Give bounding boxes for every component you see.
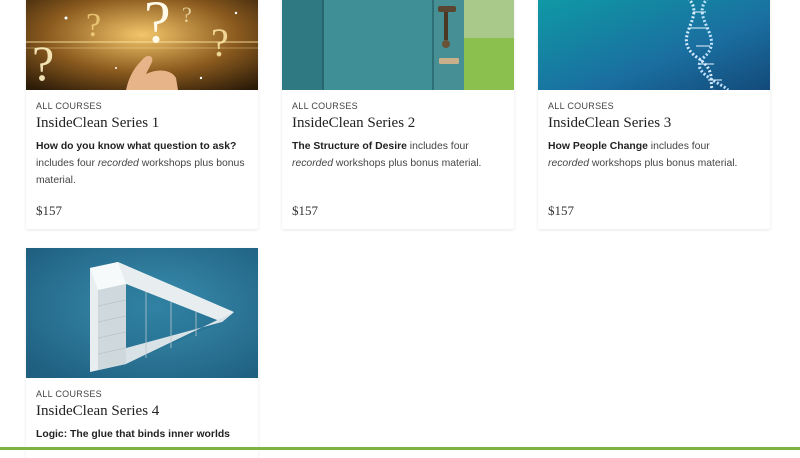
course-card-series-3[interactable]: ALL COURSES InsideClean Series 3 How Peo… bbox=[538, 0, 770, 229]
course-subtitle: How People Change bbox=[548, 141, 648, 152]
course-subtitle: How do you know what question to ask? bbox=[36, 141, 237, 152]
svg-text:?: ? bbox=[86, 7, 101, 44]
course-card-series-4[interactable]: ALL COURSES InsideClean Series 4 Logic: … bbox=[26, 248, 258, 458]
course-subtitle: Logic: The glue that binds inner worlds bbox=[36, 429, 230, 440]
course-description: How People Change includes four recorded… bbox=[548, 141, 738, 169]
svg-text:?: ? bbox=[211, 20, 229, 65]
course-price: $157 bbox=[36, 203, 62, 218]
course-category: ALL COURSES bbox=[36, 389, 102, 399]
course-card-series-1[interactable]: ? ? ? ? ? ALL COURSES InsideClean Series… bbox=[26, 0, 258, 229]
course-description: Logic: The glue that binds inner worlds bbox=[36, 426, 248, 443]
svg-text:?: ? bbox=[32, 35, 54, 90]
course-title[interactable]: InsideClean Series 3 bbox=[548, 115, 760, 132]
course-category: ALL COURSES bbox=[36, 101, 102, 111]
svg-text:?: ? bbox=[144, 0, 171, 55]
dna-helix-image[interactable] bbox=[538, 0, 770, 90]
course-card-series-2[interactable]: ALL COURSES InsideClean Series 2 The Str… bbox=[282, 0, 514, 229]
course-category: ALL COURSES bbox=[548, 101, 614, 111]
svg-text:?: ? bbox=[182, 2, 192, 27]
question-marks-image[interactable]: ? ? ? ? ? bbox=[26, 0, 258, 90]
course-category: ALL COURSES bbox=[292, 101, 358, 111]
impossible-triangle-image[interactable] bbox=[26, 248, 258, 378]
course-title[interactable]: InsideClean Series 4 bbox=[36, 403, 248, 420]
course-description: How do you know what question to ask? in… bbox=[36, 141, 245, 186]
door-image[interactable] bbox=[282, 0, 514, 90]
course-title[interactable]: InsideClean Series 1 bbox=[36, 115, 248, 132]
course-description: The Structure of Desire includes four re… bbox=[292, 141, 482, 169]
course-price: $157 bbox=[548, 203, 574, 218]
course-price: $157 bbox=[292, 203, 318, 218]
course-subtitle: The Structure of Desire bbox=[292, 141, 407, 152]
course-title[interactable]: InsideClean Series 2 bbox=[292, 115, 504, 132]
